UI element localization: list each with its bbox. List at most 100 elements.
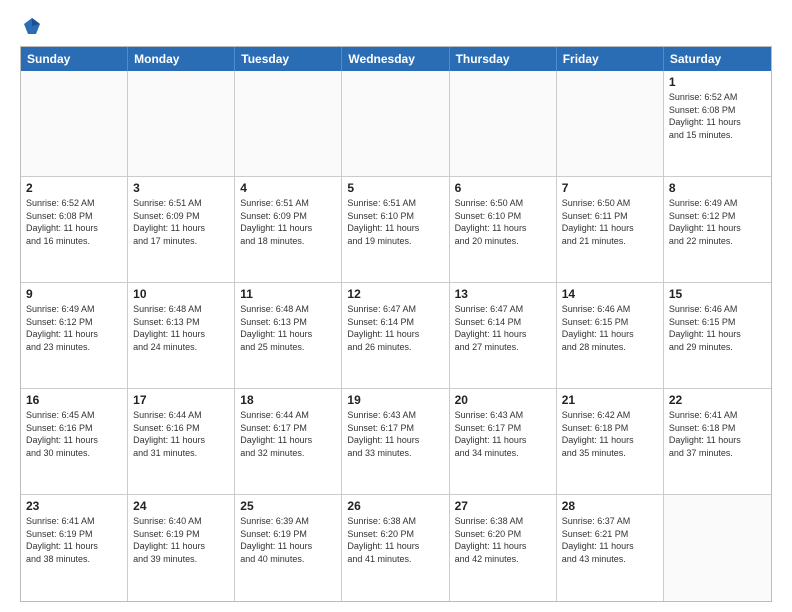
day-number: 1 [669, 75, 766, 89]
calendar-cell-1-3: 5 Sunrise: 6:51 AM Sunset: 6:10 PM Daylig… [342, 177, 449, 282]
calendar-cell-2-1: 10 Sunrise: 6:48 AM Sunset: 6:13 PM Dayli… [128, 283, 235, 388]
calendar-cell-1-5: 7Sunrise: 6:50 AM Sunset: 6:11 PM Daylig… [557, 177, 664, 282]
day-number: 18 [240, 393, 336, 407]
calendar-cell-1-0: 2 Sunrise: 6:52 AM Sunset: 6:08 PM Daylig… [21, 177, 128, 282]
calendar-cell-2-2: 11Sunrise: 6:48 AM Sunset: 6:13 PM Dayli… [235, 283, 342, 388]
cell-info: Sunrise: 6:46 AM Sunset: 6:15 PM Dayligh… [562, 303, 658, 353]
day-number: 12 [347, 287, 443, 301]
cell-info: Sunrise: 6:50 AM Sunset: 6:10 PM Dayligh… [455, 197, 551, 247]
cell-info: Sunrise: 6:45 AM Sunset: 6:16 PM Dayligh… [26, 409, 122, 459]
calendar-cell-3-3: 19 Sunrise: 6:43 AM Sunset: 6:17 PM Dayli… [342, 389, 449, 494]
calendar-cell-3-0: 16 Sunrise: 6:45 AM Sunset: 6:16 PM Dayli… [21, 389, 128, 494]
day-number: 6 [455, 181, 551, 195]
cell-info: Sunrise: 6:43 AM Sunset: 6:17 PM Dayligh… [347, 409, 443, 459]
calendar-cell-4-2: 25 Sunrise: 6:39 AM Sunset: 6:19 PM Dayli… [235, 495, 342, 601]
calendar-cell-2-5: 14 Sunrise: 6:46 AM Sunset: 6:15 PM Dayli… [557, 283, 664, 388]
calendar-cell-0-4 [450, 71, 557, 176]
calendar-cell-2-4: 13 Sunrise: 6:47 AM Sunset: 6:14 PM Dayli… [450, 283, 557, 388]
cell-info: Sunrise: 6:37 AM Sunset: 6:21 PM Dayligh… [562, 515, 658, 565]
calendar-cell-2-6: 15 Sunrise: 6:46 AM Sunset: 6:15 PM Dayli… [664, 283, 771, 388]
cell-info: Sunrise: 6:46 AM Sunset: 6:15 PM Dayligh… [669, 303, 766, 353]
day-number: 2 [26, 181, 122, 195]
page: SundayMondayTuesdayWednesdayThursdayFrid… [0, 0, 792, 612]
calendar-cell-4-0: 23 Sunrise: 6:41 AM Sunset: 6:19 PM Dayli… [21, 495, 128, 601]
day-number: 21 [562, 393, 658, 407]
cell-info: Sunrise: 6:49 AM Sunset: 6:12 PM Dayligh… [669, 197, 766, 247]
calendar-cell-2-3: 12Sunrise: 6:47 AM Sunset: 6:14 PM Dayli… [342, 283, 449, 388]
weekday-header-saturday: Saturday [664, 47, 771, 71]
calendar-cell-0-2 [235, 71, 342, 176]
cell-info: Sunrise: 6:51 AM Sunset: 6:09 PM Dayligh… [133, 197, 229, 247]
day-number: 19 [347, 393, 443, 407]
calendar-cell-3-1: 17 Sunrise: 6:44 AM Sunset: 6:16 PM Dayli… [128, 389, 235, 494]
cell-info: Sunrise: 6:39 AM Sunset: 6:19 PM Dayligh… [240, 515, 336, 565]
calendar-row-3: 16 Sunrise: 6:45 AM Sunset: 6:16 PM Dayli… [21, 389, 771, 495]
cell-info: Sunrise: 6:48 AM Sunset: 6:13 PM Dayligh… [133, 303, 229, 353]
weekday-header-friday: Friday [557, 47, 664, 71]
cell-info: Sunrise: 6:38 AM Sunset: 6:20 PM Dayligh… [347, 515, 443, 565]
day-number: 28 [562, 499, 658, 513]
calendar: SundayMondayTuesdayWednesdayThursdayFrid… [20, 46, 772, 602]
calendar-cell-0-3 [342, 71, 449, 176]
calendar-cell-0-5 [557, 71, 664, 176]
cell-info: Sunrise: 6:43 AM Sunset: 6:17 PM Dayligh… [455, 409, 551, 459]
day-number: 23 [26, 499, 122, 513]
day-number: 22 [669, 393, 766, 407]
day-number: 8 [669, 181, 766, 195]
calendar-cell-4-1: 24 Sunrise: 6:40 AM Sunset: 6:19 PM Dayli… [128, 495, 235, 601]
cell-info: Sunrise: 6:52 AM Sunset: 6:08 PM Dayligh… [669, 91, 766, 141]
calendar-cell-0-1 [128, 71, 235, 176]
calendar-row-4: 23 Sunrise: 6:41 AM Sunset: 6:19 PM Dayli… [21, 495, 771, 601]
calendar-cell-2-0: 9 Sunrise: 6:49 AM Sunset: 6:12 PM Daylig… [21, 283, 128, 388]
calendar-cell-4-3: 26 Sunrise: 6:38 AM Sunset: 6:20 PM Dayli… [342, 495, 449, 601]
weekday-header-sunday: Sunday [21, 47, 128, 71]
calendar-row-2: 9 Sunrise: 6:49 AM Sunset: 6:12 PM Daylig… [21, 283, 771, 389]
cell-info: Sunrise: 6:48 AM Sunset: 6:13 PM Dayligh… [240, 303, 336, 353]
calendar-row-0: 1 Sunrise: 6:52 AM Sunset: 6:08 PM Daylig… [21, 71, 771, 177]
cell-info: Sunrise: 6:52 AM Sunset: 6:08 PM Dayligh… [26, 197, 122, 247]
cell-info: Sunrise: 6:41 AM Sunset: 6:19 PM Dayligh… [26, 515, 122, 565]
weekday-header-wednesday: Wednesday [342, 47, 449, 71]
day-number: 20 [455, 393, 551, 407]
day-number: 13 [455, 287, 551, 301]
calendar-body: 1 Sunrise: 6:52 AM Sunset: 6:08 PM Daylig… [21, 71, 771, 601]
day-number: 25 [240, 499, 336, 513]
calendar-cell-4-5: 28 Sunrise: 6:37 AM Sunset: 6:21 PM Dayli… [557, 495, 664, 601]
day-number: 26 [347, 499, 443, 513]
day-number: 15 [669, 287, 766, 301]
cell-info: Sunrise: 6:51 AM Sunset: 6:09 PM Dayligh… [240, 197, 336, 247]
calendar-cell-3-4: 20 Sunrise: 6:43 AM Sunset: 6:17 PM Dayli… [450, 389, 557, 494]
cell-info: Sunrise: 6:44 AM Sunset: 6:16 PM Dayligh… [133, 409, 229, 459]
calendar-cell-1-2: 4 Sunrise: 6:51 AM Sunset: 6:09 PM Daylig… [235, 177, 342, 282]
calendar-row-1: 2 Sunrise: 6:52 AM Sunset: 6:08 PM Daylig… [21, 177, 771, 283]
cell-info: Sunrise: 6:44 AM Sunset: 6:17 PM Dayligh… [240, 409, 336, 459]
calendar-cell-1-1: 3 Sunrise: 6:51 AM Sunset: 6:09 PM Daylig… [128, 177, 235, 282]
weekday-header-monday: Monday [128, 47, 235, 71]
day-number: 27 [455, 499, 551, 513]
weekday-header-tuesday: Tuesday [235, 47, 342, 71]
calendar-cell-0-6: 1 Sunrise: 6:52 AM Sunset: 6:08 PM Daylig… [664, 71, 771, 176]
day-number: 4 [240, 181, 336, 195]
cell-info: Sunrise: 6:41 AM Sunset: 6:18 PM Dayligh… [669, 409, 766, 459]
day-number: 9 [26, 287, 122, 301]
calendar-cell-1-6: 8 Sunrise: 6:49 AM Sunset: 6:12 PM Daylig… [664, 177, 771, 282]
day-number: 14 [562, 287, 658, 301]
cell-info: Sunrise: 6:49 AM Sunset: 6:12 PM Dayligh… [26, 303, 122, 353]
day-number: 10 [133, 287, 229, 301]
cell-info: Sunrise: 6:47 AM Sunset: 6:14 PM Dayligh… [455, 303, 551, 353]
calendar-cell-3-5: 21Sunrise: 6:42 AM Sunset: 6:18 PM Dayli… [557, 389, 664, 494]
cell-info: Sunrise: 6:51 AM Sunset: 6:10 PM Dayligh… [347, 197, 443, 247]
day-number: 3 [133, 181, 229, 195]
cell-info: Sunrise: 6:38 AM Sunset: 6:20 PM Dayligh… [455, 515, 551, 565]
weekday-header-thursday: Thursday [450, 47, 557, 71]
calendar-cell-3-6: 22 Sunrise: 6:41 AM Sunset: 6:18 PM Dayli… [664, 389, 771, 494]
day-number: 16 [26, 393, 122, 407]
header [20, 16, 772, 36]
day-number: 24 [133, 499, 229, 513]
day-number: 5 [347, 181, 443, 195]
cell-info: Sunrise: 6:40 AM Sunset: 6:19 PM Dayligh… [133, 515, 229, 565]
day-number: 17 [133, 393, 229, 407]
day-number: 7 [562, 181, 658, 195]
calendar-header: SundayMondayTuesdayWednesdayThursdayFrid… [21, 47, 771, 71]
calendar-cell-3-2: 18 Sunrise: 6:44 AM Sunset: 6:17 PM Dayli… [235, 389, 342, 494]
